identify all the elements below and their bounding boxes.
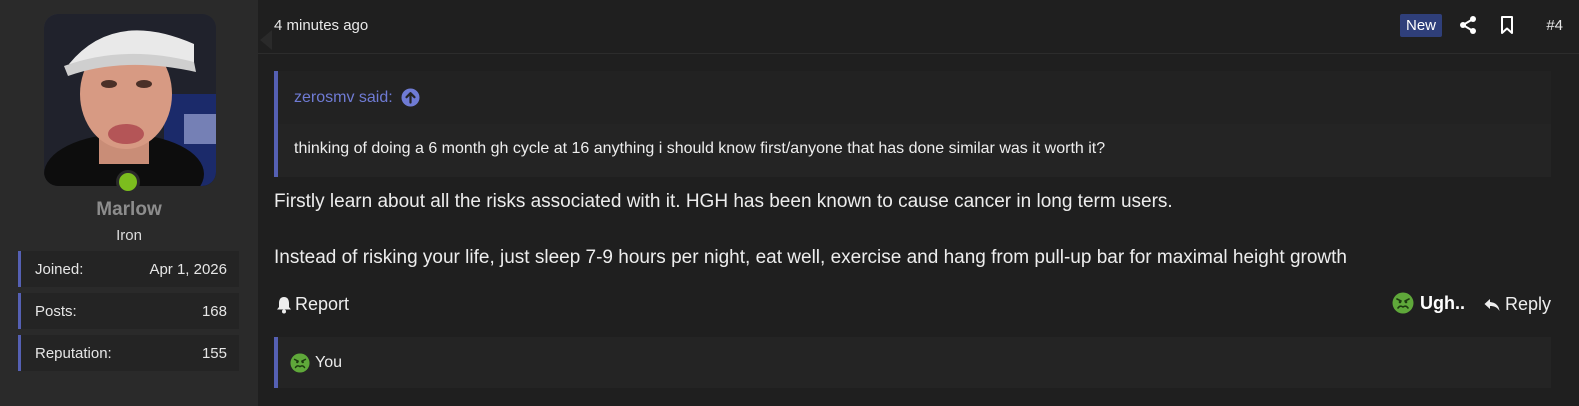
quote-header: zerosmv said: [278,71,1551,124]
post-number-link[interactable]: #4 [1546,17,1563,34]
reply-label: Reply [1504,294,1551,314]
post-time[interactable]: 4 minutes ago [274,17,368,34]
quote-text: thinking of doing a 6 month gh cycle at … [294,140,1106,157]
reaction-label: Ugh.. [1420,292,1465,313]
stat-reputation-label: Reputation: [35,344,112,362]
post-actions: Report Ugh.. Reply [274,292,1551,318]
reaction-button[interactable]: Ugh.. [1392,292,1465,314]
stat-joined: Joined: Apr 1, 2026 [18,251,239,287]
reactions-summary-text: You [315,353,342,371]
avatar[interactable] [44,14,216,186]
stat-joined-label: Joined: [35,260,84,278]
stat-joined-value: Apr 1, 2026 [149,260,227,278]
bell-icon [277,296,291,313]
user-title: Iron [116,227,142,244]
report-label: Report [295,294,350,314]
stat-posts: Posts: 168 [18,293,239,329]
post-paragraph: Instead of risking your life, just sleep… [274,247,1347,268]
online-status-indicator [116,170,140,194]
post-body: Firstly learn about all the risks associ… [274,190,1544,270]
nauseated-emoji-icon [290,352,310,373]
share-icon[interactable] [1458,15,1478,35]
stat-posts-value: 168 [201,302,227,320]
post-paragraph: Firstly learn about all the risks associ… [274,191,1173,212]
reply-arrow-icon [1484,298,1500,311]
goto-arrow-icon[interactable] [401,88,420,107]
reactions-summary[interactable]: You [274,337,1551,388]
quote-block: zerosmv said: thinking of doing a 6 mont… [274,71,1551,177]
stat-reputation-value: 155 [201,344,227,362]
stat-reputation: Reputation: 155 [18,335,239,371]
new-badge: New [1399,14,1442,37]
post-header: 4 minutes ago New #4 [258,0,1579,54]
username[interactable]: Marlow [0,199,258,221]
stat-posts-label: Posts: [35,302,77,320]
report-button[interactable]: Report [276,294,349,315]
quote-author[interactable]: zerosmv said: [294,89,393,107]
avatar-image [44,14,216,186]
reply-button[interactable]: Reply [1483,294,1551,315]
user-sidebar: Marlow Iron Joined: Apr 1, 2026 Posts: 1… [0,0,258,406]
bookmark-icon[interactable] [1497,15,1517,35]
nauseated-emoji-icon [1392,292,1414,314]
